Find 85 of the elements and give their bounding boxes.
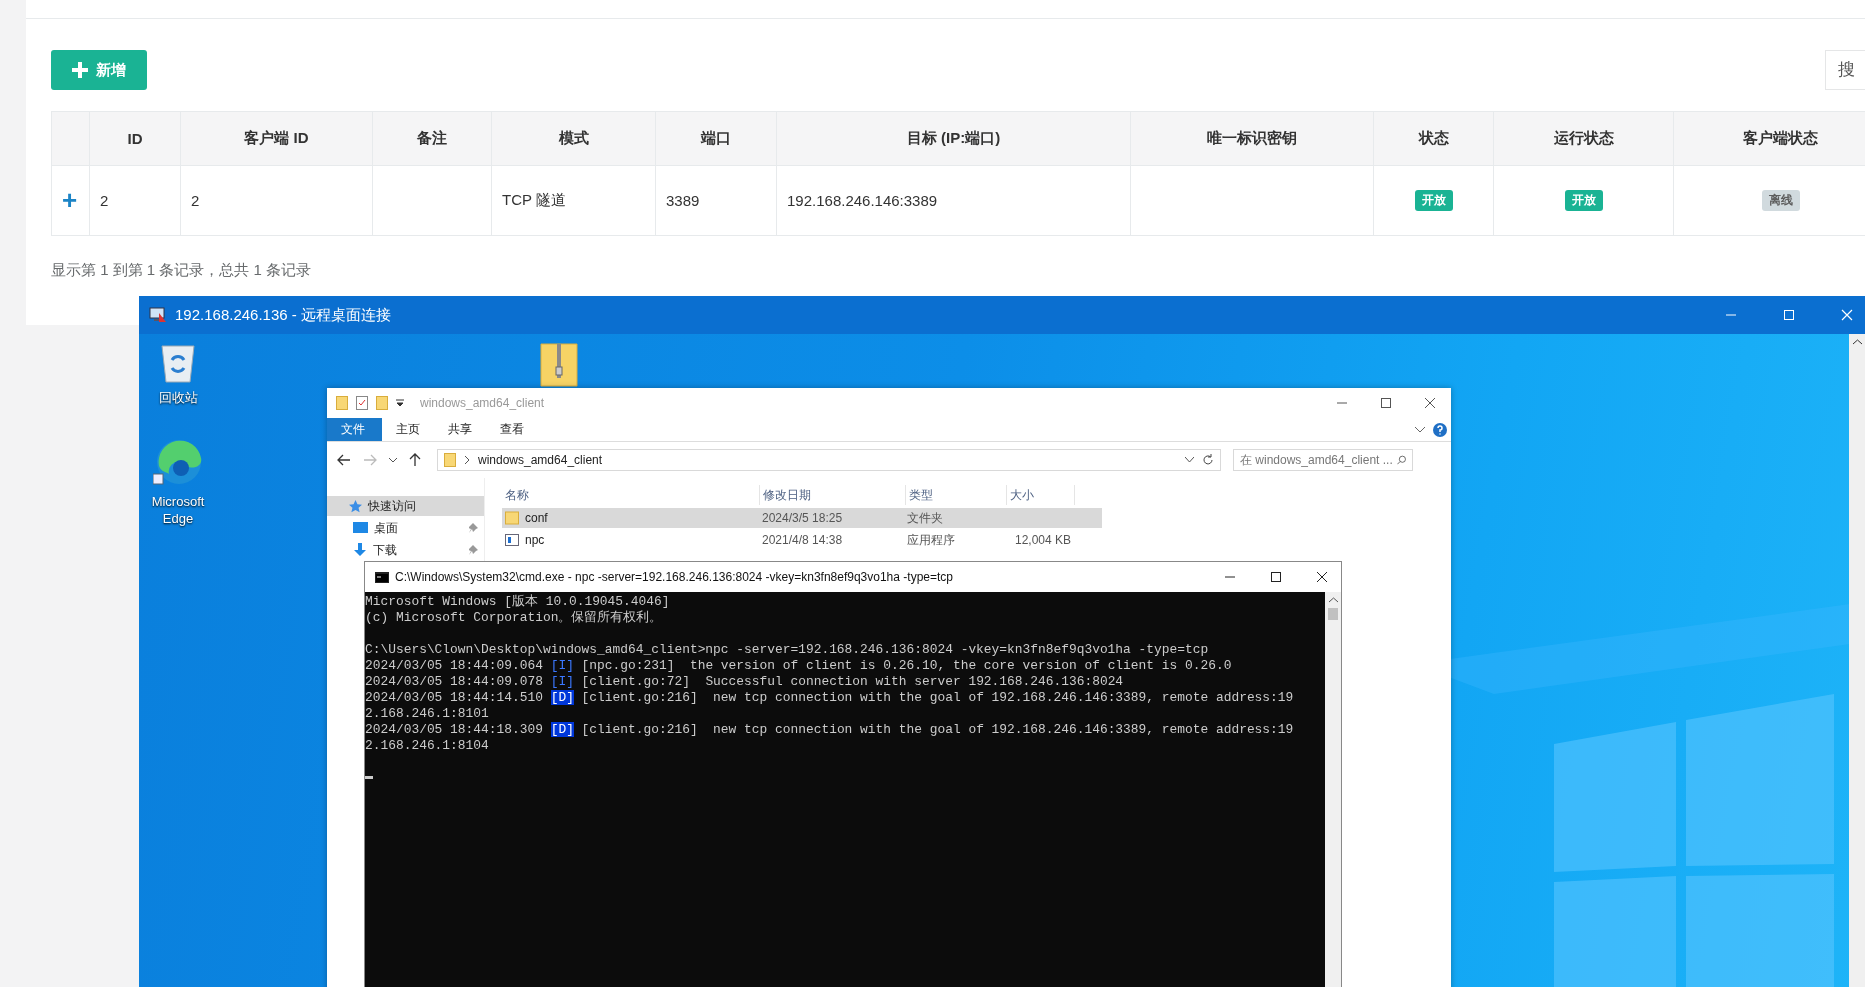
nav-item[interactable]: 下载: [327, 540, 484, 560]
back-arrow-icon[interactable]: [337, 454, 351, 466]
file-row[interactable]: conf 2024/3/5 18:25 文件夹: [502, 508, 1102, 528]
edge-icon[interactable]: [153, 438, 203, 488]
ribbon-tab[interactable]: 主页: [382, 418, 434, 441]
dropdown-icon[interactable]: [396, 399, 404, 407]
column-header[interactable]: 模式: [558, 129, 589, 146]
status-badge: 离线: [1761, 190, 1800, 211]
column-header[interactable]: 类型: [906, 485, 1007, 505]
console-line: 2.168.246.1:8104: [365, 738, 490, 754]
status-badge: 开放: [1414, 190, 1453, 211]
zipped-folder-icon[interactable]: [540, 343, 578, 387]
console-line: 2024/03/05 18:44:09.064 [I] [npc.go:231] the version of client is 0.26.10, the core version of client is 0.26.0: [365, 658, 1233, 674]
folder-icon: [505, 511, 519, 525]
column-header[interactable]: 客户端状态: [1743, 129, 1818, 146]
maximize-icon[interactable]: [1381, 398, 1391, 408]
table-cell: 192.168.246.146:3389: [787, 192, 938, 209]
scroll-up-icon[interactable]: [1852, 339, 1862, 345]
column-header[interactable]: 端口: [701, 129, 731, 146]
file-row[interactable]: npc 2021/4/8 14:38 应用程序 12,004 KB: [502, 530, 1102, 550]
scrollbar[interactable]: [1849, 334, 1865, 987]
refresh-icon[interactable]: [1202, 454, 1214, 466]
console-line: 2024/03/05 18:44:09.078 [I] [client.go:72] Successful connection with server 192.168.246.136:8024: [365, 674, 1125, 690]
address-bar[interactable]: windows_amd64_client: [437, 449, 1221, 471]
search-placeholder: 在 windows_amd64_client ...: [1240, 451, 1393, 469]
console-line: 2024/03/05 18:44:14.510 [D] [client.go:216] new tcp connection with the goal of 192.168.246.146:3389, remote address:19: [365, 690, 1295, 706]
scroll-up-icon[interactable]: [1328, 597, 1338, 603]
monitor-icon: [149, 307, 167, 323]
status-badge: 开放: [1564, 190, 1603, 211]
column-header[interactable]: 唯一标识密钥: [1207, 129, 1297, 146]
column-header[interactable]: 备注: [417, 129, 447, 146]
table-cell: TCP 隧道: [502, 191, 566, 208]
console-line: C:\Users\Clown\Desktop\windows_amd64_client>npc -server=192.168.246.136:8024 -vkey=kn3fn8ef9q3vo1ha -type=tcp: [365, 642, 1210, 658]
download-arrow-icon: [353, 543, 367, 557]
chevron-down-icon[interactable]: [1415, 426, 1425, 433]
nav-item[interactable]: 快速访问: [327, 496, 484, 516]
nav-item[interactable]: 桌面: [327, 518, 484, 538]
records-summary: 显示第 1 到第 1 条记录，总共 1 条记录: [51, 261, 313, 280]
folder-icon: [444, 453, 456, 467]
column-header[interactable]: 名称: [502, 485, 760, 505]
console-line: 2024/03/05 18:44:18.309 [D] [client.go:216] new tcp connection with the goal of 192.168.246.146:3389, remote address:19: [365, 722, 1295, 738]
scrollbar[interactable]: [1325, 592, 1341, 987]
column-header[interactable]: 修改日期: [760, 485, 906, 505]
column-header[interactable]: 大小: [1007, 485, 1075, 505]
column-header[interactable]: 运行状态: [1553, 129, 1614, 146]
close-icon[interactable]: [1317, 572, 1327, 582]
column-header[interactable]: 客户端 ID: [244, 129, 309, 146]
expand-toggle[interactable]: +: [62, 185, 78, 215]
icon-label[interactable]: Microsoft Edge: [143, 494, 213, 528]
chevron-right-icon: [464, 456, 470, 464]
console-line: (c) Microsoft Corporation。保留所有权利。: [365, 610, 664, 626]
plus-icon: [72, 62, 88, 78]
chevron-down-icon[interactable]: [389, 457, 397, 463]
console-line: 2.168.246.1:8101: [365, 706, 490, 722]
ribbon-tab[interactable]: 共享: [434, 418, 486, 441]
monitor-icon: [353, 522, 368, 534]
text-cursor: [365, 776, 373, 780]
icon-label[interactable]: 回收站: [143, 390, 213, 407]
close-icon[interactable]: [1425, 398, 1435, 408]
up-arrow-icon[interactable]: [409, 453, 421, 467]
table-cell: 2: [191, 192, 200, 209]
column-header[interactable]: ID: [127, 130, 143, 147]
folder-icon: [336, 396, 348, 410]
star-icon: [349, 499, 362, 513]
column-header[interactable]: 目标 (IP:端口): [906, 129, 1001, 146]
search-field[interactable]: 搜: [1825, 50, 1865, 90]
search-icon: [1396, 454, 1406, 466]
window-title: 192.168.246.136 - 远程桌面连接: [175, 305, 391, 325]
address-text: windows_amd64_client: [478, 453, 604, 467]
maximize-icon[interactable]: [1271, 572, 1281, 582]
ribbon-tab[interactable]: 文件: [327, 418, 382, 441]
terminal-icon: [375, 571, 389, 583]
scroll-thumb[interactable]: [1328, 608, 1338, 620]
properties-icon[interactable]: [356, 396, 368, 410]
search-field[interactable]: 在 windows_amd64_client ...: [1233, 449, 1413, 471]
help-icon[interactable]: [1433, 422, 1447, 437]
chevron-down-icon[interactable]: [1185, 457, 1194, 463]
table-cell: 2: [100, 192, 109, 209]
console-line: Microsoft Windows [版本 10.0.19045.4046]: [365, 594, 671, 610]
column-header[interactable]: 状态: [1418, 129, 1449, 146]
window-title: C:\Windows\System32\cmd.exe - npc -server=192.168.246.136:8024 -vkey=kn3fn8ef9q3vo1ha -type=tcp: [395, 570, 953, 584]
window-title: windows_amd64_client: [420, 396, 545, 410]
table-cell: 3389: [666, 192, 700, 209]
application-icon: [505, 534, 519, 546]
ribbon-tab[interactable]: 查看: [486, 418, 538, 441]
